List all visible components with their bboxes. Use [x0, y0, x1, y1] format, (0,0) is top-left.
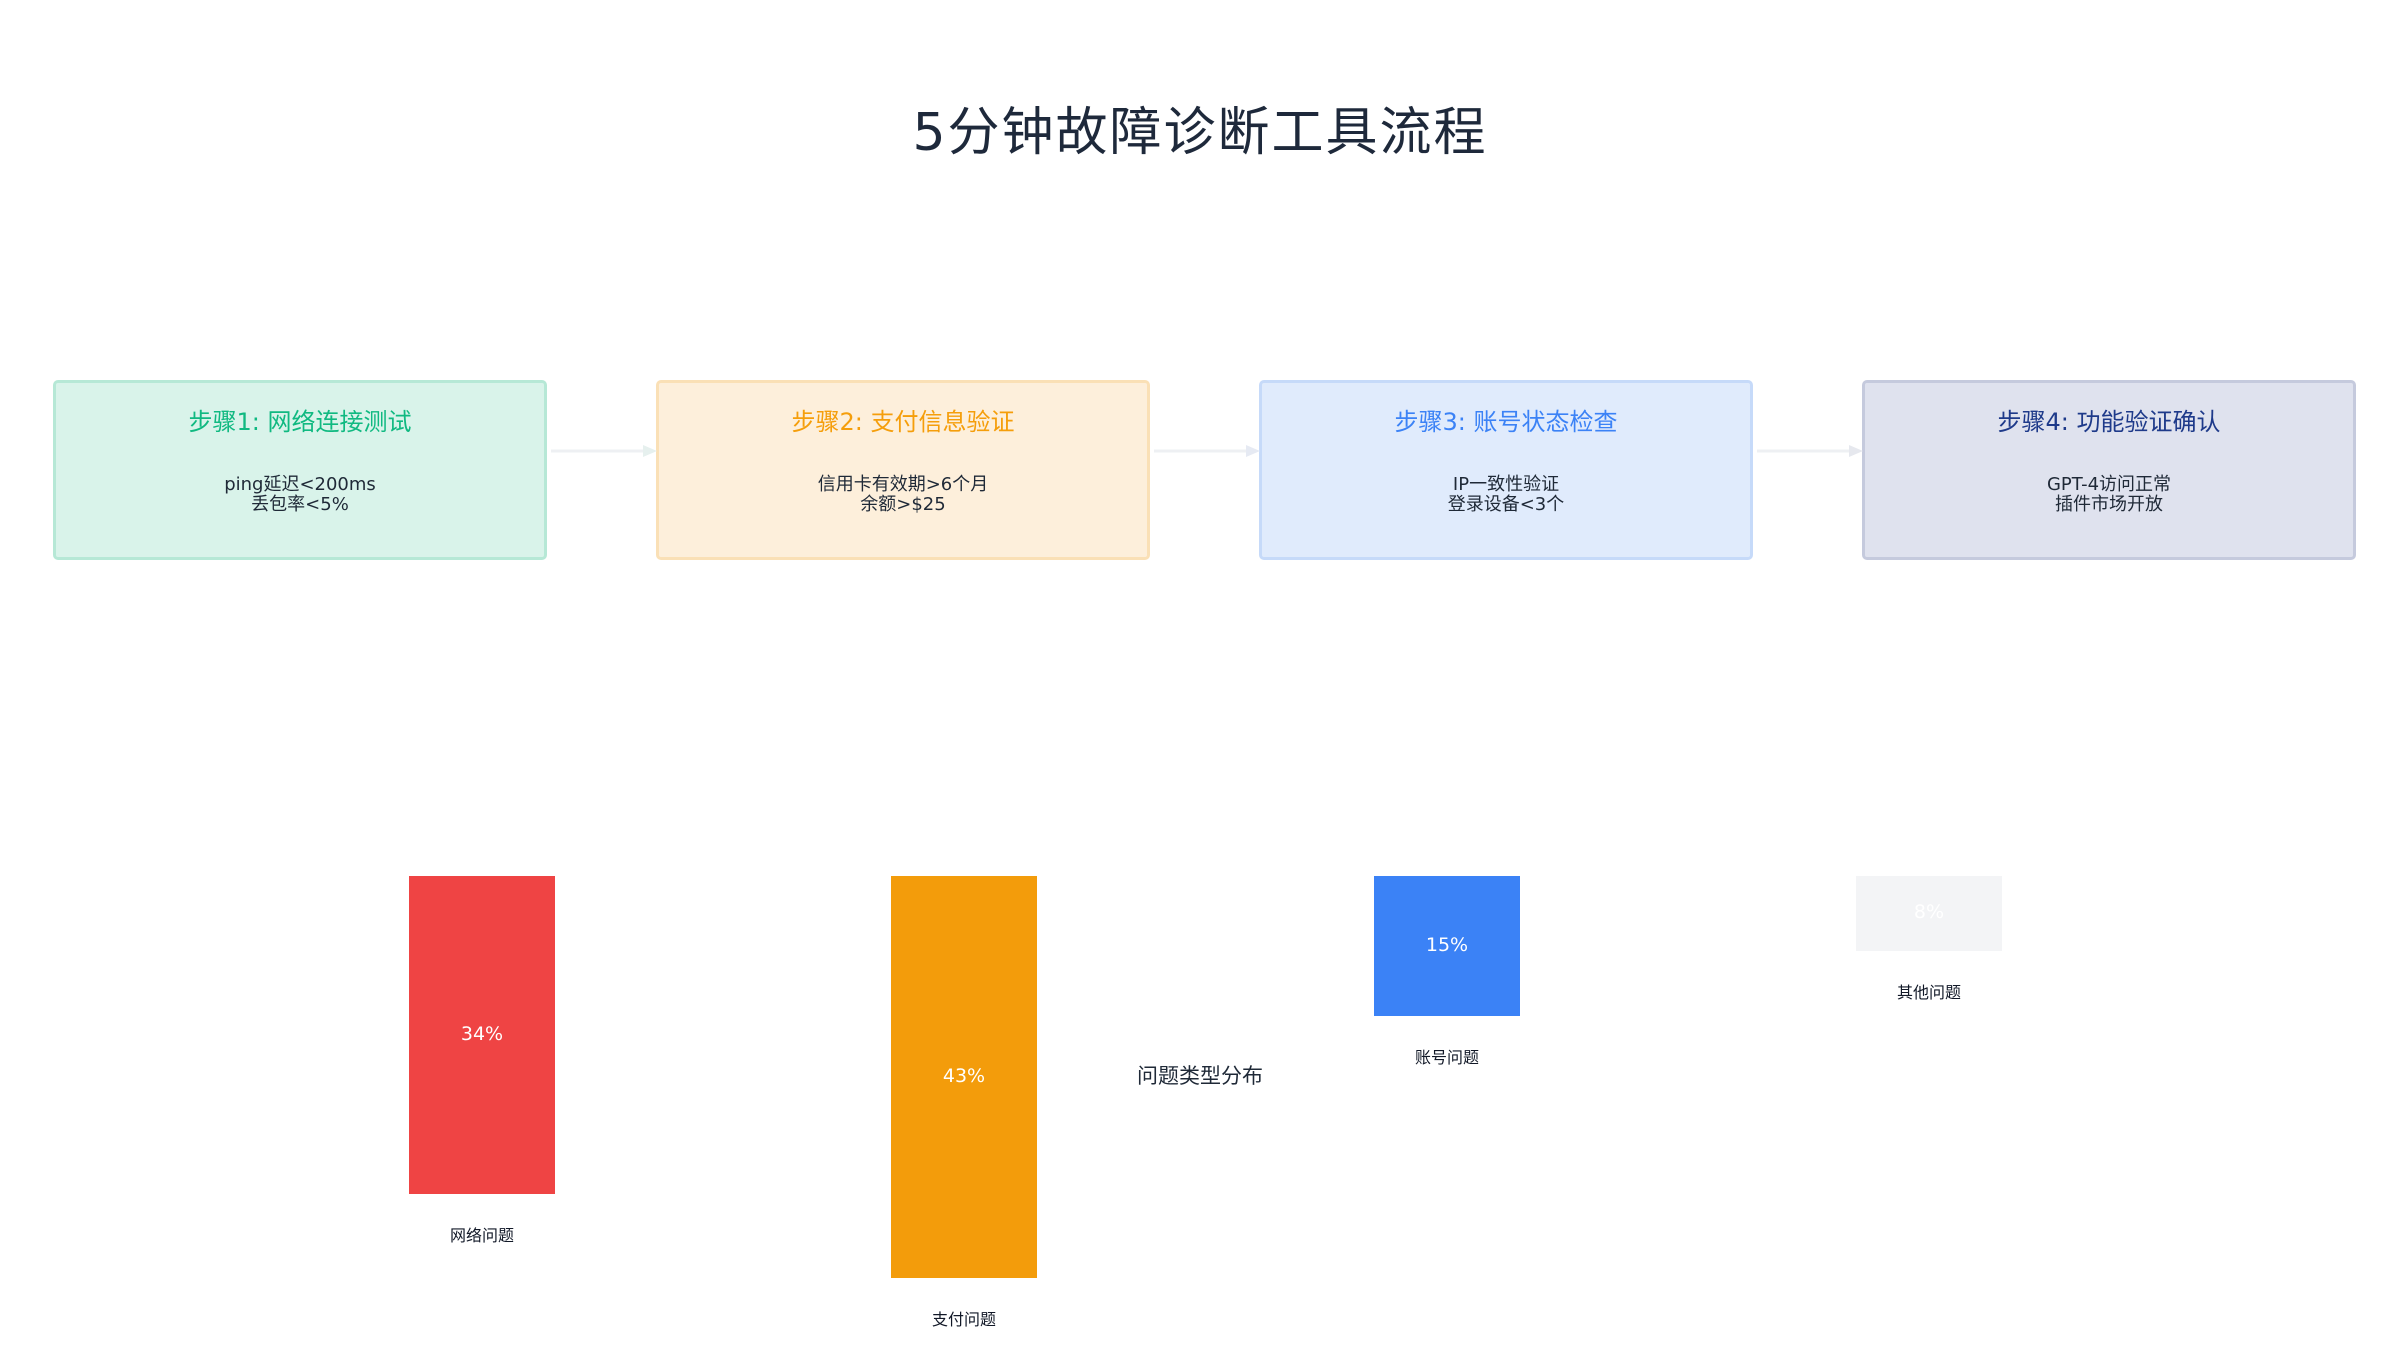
step-4-box: 步骤4: 功能验证确认 GPT-4访问正常 插件市场开放	[1862, 380, 2356, 560]
flow-arrow-3	[1757, 445, 1863, 457]
bar-value-label: 43%	[942, 1065, 986, 1088]
step-4-detail: GPT-4访问正常	[2046, 474, 2172, 495]
chart-title: 问题类型分布	[1137, 1064, 1263, 1088]
step-2-detail: 余额>$25	[860, 494, 946, 515]
step-2-detail: 信用卡有效期>6个月	[817, 474, 989, 495]
step-3-title: 步骤3: 账号状态检查	[1394, 408, 1618, 436]
step-1-title: 步骤1: 网络连接测试	[188, 408, 412, 436]
step-3-detail: IP一致性验证	[1452, 474, 1560, 495]
step-4-title: 步骤4: 功能验证确认	[1997, 408, 2221, 436]
bar-value-label: 15%	[1425, 934, 1469, 957]
step-1-box: 步骤1: 网络连接测试 ping延迟<200ms 丢包率<5%	[53, 380, 547, 560]
step-3-detail: 登录设备<3个	[1447, 494, 1565, 515]
bar-category-label: 网络问题	[449, 1226, 514, 1245]
step-2-title: 步骤2: 支付信息验证	[791, 408, 1015, 436]
flow-arrow-1	[551, 445, 657, 457]
bar-category-label: 账号问题	[1414, 1048, 1479, 1068]
bar-value-label: 8%	[1913, 901, 1945, 924]
step-1-detail: ping延迟<200ms	[224, 474, 376, 495]
step-1-detail: 丢包率<5%	[251, 494, 349, 515]
step-3-box: 步骤3: 账号状态检查 IP一致性验证 登录设备<3个	[1259, 380, 1753, 560]
step-4-detail: 插件市场开放	[2055, 494, 2163, 515]
page-title: 5分钟故障诊断工具流程	[912, 103, 1488, 163]
bar-category-label: 支付问题	[931, 1310, 996, 1330]
step-2-box: 步骤2: 支付信息验证 信用卡有效期>6个月 余额>$25	[656, 380, 1150, 560]
bar-category-label: 其他问题	[1896, 982, 1961, 1002]
flow-arrow-2	[1154, 445, 1260, 457]
bar-value-label: 34%	[460, 1023, 504, 1045]
